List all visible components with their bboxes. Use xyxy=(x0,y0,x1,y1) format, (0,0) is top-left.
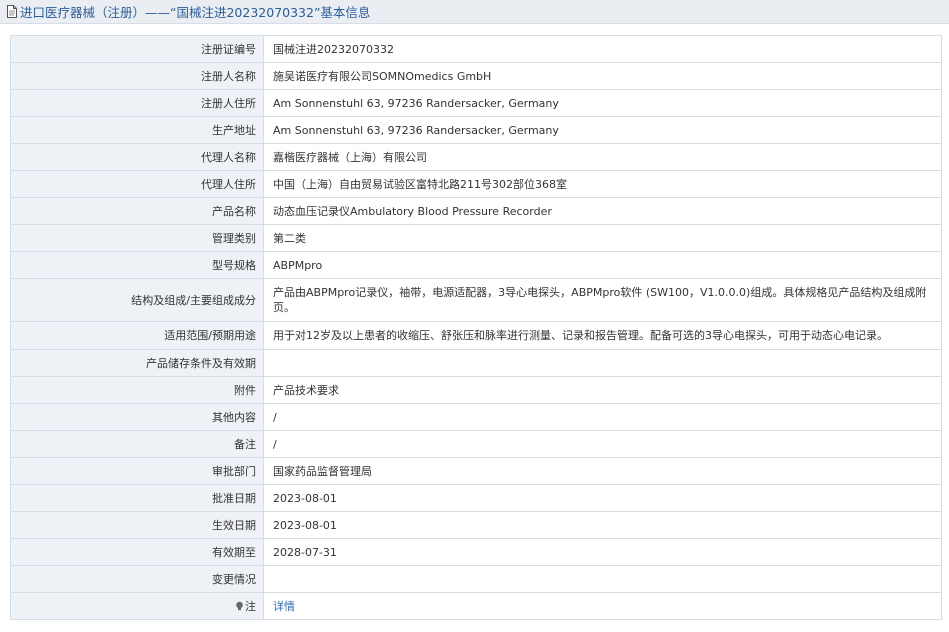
row-label: 产品储存条件及有效期 xyxy=(10,349,264,377)
row-value: 产品技术要求 xyxy=(263,376,942,404)
row-value: 中国（上海）自由贸易试验区富特北路211号302部位368室 xyxy=(263,170,942,198)
lightbulb-icon xyxy=(235,600,244,610)
table-row: 型号规格 ABPMpro xyxy=(10,251,942,279)
row-value: 产品由ABPMpro记录仪，袖带，电源适配器，3导心电探头，ABPMpro软件 … xyxy=(263,278,942,322)
row-label: 注册证编号 xyxy=(10,35,264,63)
row-value: 嘉楷医疗器械（上海）有限公司 xyxy=(263,143,942,171)
row-value: 2023-08-01 xyxy=(263,484,942,512)
table-row: 其他内容 / xyxy=(10,403,942,431)
row-value: 2023-08-01 xyxy=(263,511,942,539)
row-label: 有效期至 xyxy=(10,538,264,566)
row-value xyxy=(263,565,942,593)
table-row: 备注 / xyxy=(10,430,942,458)
page-header: 进口医疗器械（注册）——“国械注进20232070332”基本信息 xyxy=(0,0,949,24)
table-row: 产品储存条件及有效期 xyxy=(10,349,942,377)
row-label: 注 xyxy=(245,599,256,613)
table-row: 注册证编号 国械注进20232070332 xyxy=(10,35,942,63)
table-row: 注册人住所 Am Sonnenstuhl 63, 97236 Randersac… xyxy=(10,89,942,117)
table-row: 有效期至 2028-07-31 xyxy=(10,538,942,566)
table-row: 代理人住所 中国（上海）自由贸易试验区富特北路211号302部位368室 xyxy=(10,170,942,198)
table-row: 附件 产品技术要求 xyxy=(10,376,942,404)
row-label: 型号规格 xyxy=(10,251,264,279)
table-row: 代理人名称 嘉楷医疗器械（上海）有限公司 xyxy=(10,143,942,171)
document-icon xyxy=(6,5,18,18)
table-row: 管理类别 第二类 xyxy=(10,224,942,252)
row-value: 施吴诺医疗有限公司SOMNOmedics GmbH xyxy=(263,62,942,90)
row-value: 2028-07-31 xyxy=(263,538,942,566)
row-label: 注册人住所 xyxy=(10,89,264,117)
row-value: 详情 xyxy=(263,592,942,620)
row-label: 产品名称 xyxy=(10,197,264,225)
row-value: / xyxy=(263,403,942,431)
row-value: / xyxy=(263,430,942,458)
table-row: 批准日期 2023-08-01 xyxy=(10,484,942,512)
row-value: ABPMpro xyxy=(263,251,942,279)
note-label-cell: 注 xyxy=(10,592,264,620)
row-label: 生产地址 xyxy=(10,116,264,144)
row-label: 其他内容 xyxy=(10,403,264,431)
table-row: 适用范围/预期用途 用于对12岁及以上患者的收缩压、舒张压和脉率进行测量、记录和… xyxy=(10,321,942,350)
row-value: 国家药品监督管理局 xyxy=(263,457,942,485)
registration-info-table: 注册证编号 国械注进20232070332 注册人名称 施吴诺医疗有限公司SOM… xyxy=(10,35,942,620)
row-label: 附件 xyxy=(10,376,264,404)
row-label: 批准日期 xyxy=(10,484,264,512)
row-value: 用于对12岁及以上患者的收缩压、舒张压和脉率进行测量、记录和报告管理。配备可选的… xyxy=(263,321,942,350)
table-row: 产品名称 动态血压记录仪Ambulatory Blood Pressure Re… xyxy=(10,197,942,225)
row-value: Am Sonnenstuhl 63, 97236 Randersacker, G… xyxy=(263,89,942,117)
table-row: 注 详情 xyxy=(10,592,942,620)
row-label: 管理类别 xyxy=(10,224,264,252)
row-label: 变更情况 xyxy=(10,565,264,593)
table-row: 注册人名称 施吴诺医疗有限公司SOMNOmedics GmbH xyxy=(10,62,942,90)
row-label: 代理人名称 xyxy=(10,143,264,171)
page-title: 进口医疗器械（注册）——“国械注进20232070332”基本信息 xyxy=(20,5,371,20)
table-row: 结构及组成/主要组成成分 产品由ABPMpro记录仪，袖带，电源适配器，3导心电… xyxy=(10,278,942,322)
row-value: 第二类 xyxy=(263,224,942,252)
table-row: 审批部门 国家药品监督管理局 xyxy=(10,457,942,485)
row-value: Am Sonnenstuhl 63, 97236 Randersacker, G… xyxy=(263,116,942,144)
table-row: 生产地址 Am Sonnenstuhl 63, 97236 Randersack… xyxy=(10,116,942,144)
row-value: 国械注进20232070332 xyxy=(263,35,942,63)
row-label: 备注 xyxy=(10,430,264,458)
row-label: 代理人住所 xyxy=(10,170,264,198)
row-label: 适用范围/预期用途 xyxy=(10,321,264,350)
table-row: 变更情况 xyxy=(10,565,942,593)
row-label: 结构及组成/主要组成成分 xyxy=(10,278,264,322)
row-label: 注册人名称 xyxy=(10,62,264,90)
row-value: 动态血压记录仪Ambulatory Blood Pressure Recorde… xyxy=(263,197,942,225)
row-label: 审批部门 xyxy=(10,457,264,485)
table-row: 生效日期 2023-08-01 xyxy=(10,511,942,539)
row-value xyxy=(263,349,942,377)
row-label: 生效日期 xyxy=(10,511,264,539)
details-link[interactable]: 详情 xyxy=(273,600,295,613)
